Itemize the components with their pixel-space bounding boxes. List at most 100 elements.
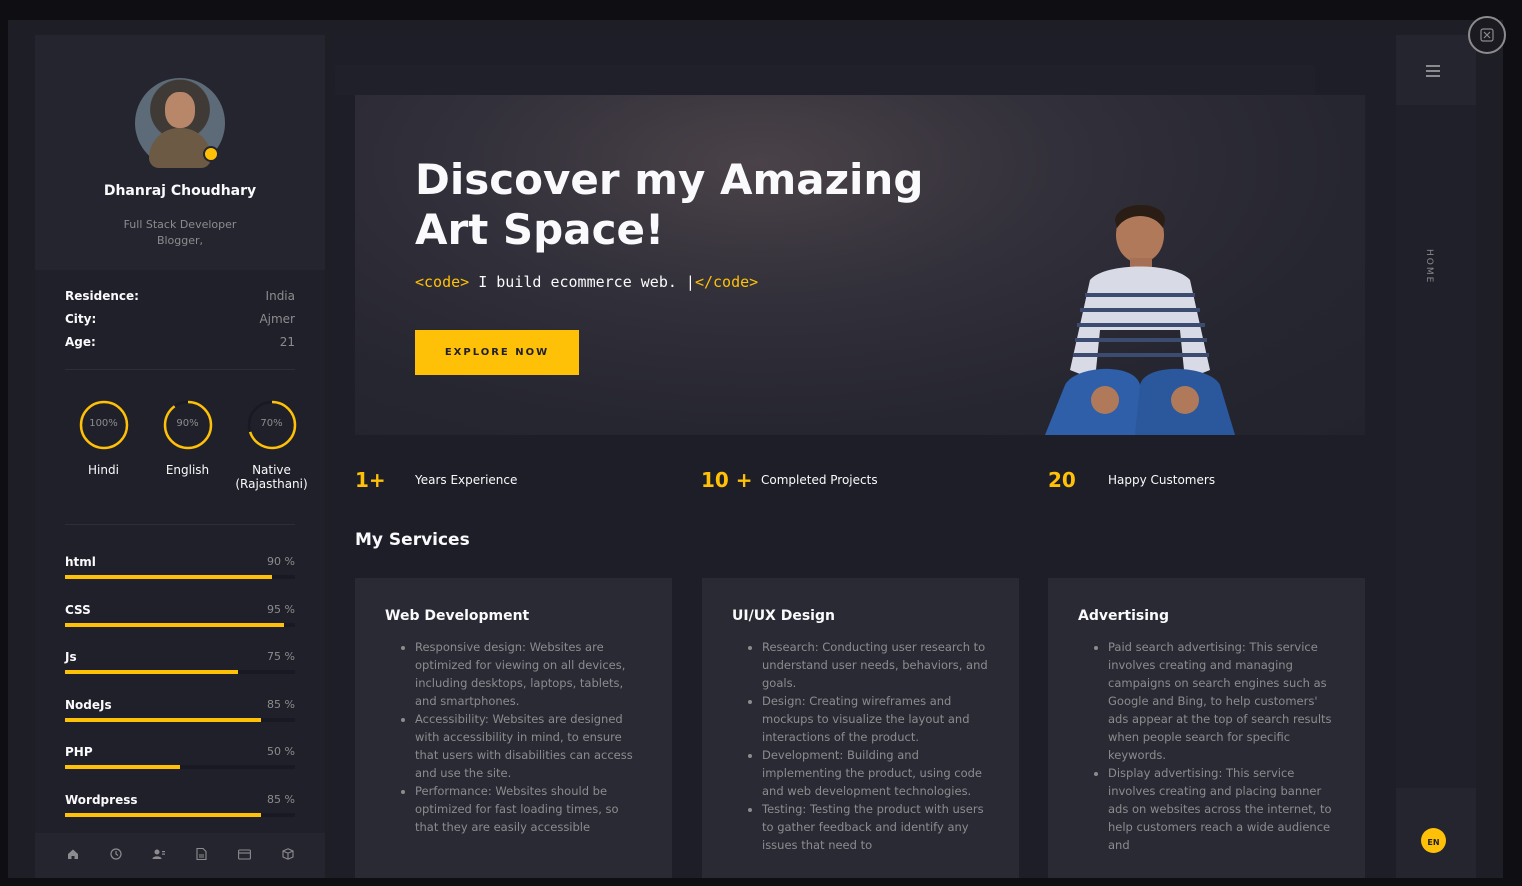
service-list-item: Development: Building and implementing t… <box>762 746 989 800</box>
skill-item: CSS 95 % <box>65 603 295 651</box>
service-list: Responsive design: Websites are optimize… <box>375 638 642 836</box>
skill-percent: 85 % <box>267 792 295 806</box>
sidebar-footer-nav <box>35 833 325 878</box>
info-key: City: <box>65 312 97 326</box>
language-native: 70% Native (Rajasthani) <box>233 399 310 491</box>
service-list-item: Design: Creating wireframes and mockups … <box>762 692 989 746</box>
skill-bar <box>65 575 295 579</box>
skill-bar <box>65 670 295 674</box>
profile-role-line-1: Full Stack Developer <box>123 218 237 231</box>
stat-number: 20 <box>1048 468 1076 492</box>
progress-ring: 100% <box>78 399 130 451</box>
nav-item-home[interactable]: HOME <box>1424 249 1434 284</box>
avatar-face <box>165 92 195 128</box>
profile-sidebar: Dhanraj Choudhary Full Stack Developer B… <box>35 35 325 878</box>
skill-name: Wordpress <box>65 792 138 807</box>
skill-percent: 75 % <box>267 650 295 663</box>
close-button[interactable] <box>1468 16 1506 54</box>
skill-item: Js 75 % <box>65 650 295 698</box>
hero-banner: Discover my Amazing Art Space! <code> I … <box>355 95 1365 435</box>
skill-bar-fill <box>65 765 180 769</box>
mail-icon[interactable] <box>236 847 254 865</box>
main-content: Discover my Amazing Art Space! <code> I … <box>335 35 1395 878</box>
skill-bar-fill <box>65 670 238 674</box>
skill-bar <box>65 765 295 769</box>
progress-ring: 70% <box>246 399 298 451</box>
profile-header: Dhanraj Choudhary Full Stack Developer B… <box>35 35 325 270</box>
profile-name: Dhanraj Choudhary <box>103 183 257 199</box>
skill-bar <box>65 812 295 817</box>
info-key: Age: <box>65 335 96 349</box>
skill-name: NodeJs <box>65 697 112 712</box>
top-strip <box>335 65 1315 95</box>
language-english: 90% English <box>149 399 226 491</box>
info-value: Ajmer <box>259 312 295 326</box>
skill-bar <box>65 717 295 722</box>
service-list: Research: Conducting user research to un… <box>722 638 989 854</box>
skill-bar <box>65 622 295 627</box>
skill-percent: 90 % <box>267 555 295 568</box>
personal-info: Residence: India City: Ajmer Age: 21 <box>65 289 295 358</box>
home-icon[interactable] <box>64 847 82 865</box>
language-name: Hindi <box>88 463 119 477</box>
skill-bar-fill <box>65 575 272 579</box>
ring-percent: 90% <box>176 418 199 429</box>
hero-person-illustration <box>1045 205 1235 435</box>
stat-number: 1+ <box>355 468 386 492</box>
language-rings: 100% Hindi 90% English 70% Native (Rajas… <box>65 399 310 491</box>
skill-percent: 95 % <box>267 602 295 616</box>
language-name: English <box>165 463 210 477</box>
profile-role: Full Stack Developer Blogger, <box>35 217 325 249</box>
ring-percent: 70% <box>260 418 283 429</box>
hamburger-menu-icon[interactable] <box>1426 65 1440 77</box>
service-list-item: Accessibility: Websites are designed wit… <box>415 710 642 782</box>
info-key: Residence: <box>65 289 139 303</box>
stat-label: Happy Customers <box>1108 473 1216 487</box>
skill-percent: 50 % <box>267 745 295 758</box>
box-icon[interactable] <box>279 847 297 865</box>
history-icon[interactable] <box>107 847 125 865</box>
skill-item: PHP 50 % <box>65 745 295 793</box>
service-list-item: Paid search advertising: This service in… <box>1108 638 1335 764</box>
online-status-dot <box>203 146 219 162</box>
menu-area <box>1396 35 1476 105</box>
app-frame: Dhanraj Choudhary Full Stack Developer B… <box>8 20 1503 878</box>
services-cards: Web Development Responsive design: Websi… <box>355 578 1365 878</box>
explore-now-button[interactable]: EXPLORE NOW <box>415 330 579 375</box>
service-card-web-development: Web Development Responsive design: Websi… <box>355 578 672 878</box>
skill-percent: 85 % <box>267 697 295 711</box>
stat-number: 10 + <box>701 468 753 492</box>
language-switch-button[interactable]: EN <box>1421 828 1446 853</box>
divider <box>65 369 295 370</box>
service-list-item: Research: Conducting user research to un… <box>762 638 989 692</box>
service-list-item: Display advertising: This service involv… <box>1108 764 1335 854</box>
service-list-item: Performance: Websites should be optimize… <box>415 782 642 836</box>
code-close-tag: </code> <box>694 273 759 291</box>
service-card-advertising: Advertising Paid search advertising: Thi… <box>1048 578 1365 878</box>
ring-percent: 100% <box>89 418 118 429</box>
profile-role-line-2: Blogger, <box>156 234 204 247</box>
avatar <box>135 78 225 168</box>
skill-name: PHP <box>65 745 93 759</box>
skill-bar-fill <box>65 812 261 817</box>
rail-footer: EN <box>1396 788 1476 878</box>
info-row-age: Age: 21 <box>65 335 295 358</box>
skill-item: html 90 % <box>65 555 295 603</box>
skill-bar-fill <box>65 622 284 627</box>
skill-item: NodeJs 85 % <box>65 698 295 746</box>
info-value: India <box>265 289 295 303</box>
code-text: I build ecommerce web. | <box>469 273 695 291</box>
progress-ring: 90% <box>162 399 214 451</box>
service-card-title: UI/UX Design <box>732 608 835 624</box>
divider <box>65 524 295 525</box>
right-nav-rail: HOME EN <box>1396 35 1476 878</box>
stat-experience: 1+ Years Experience <box>355 465 517 495</box>
document-icon[interactable] <box>193 847 211 865</box>
skill-bar-fill <box>65 717 261 722</box>
service-card-ui-ux-design: UI/UX Design Research: Conducting user r… <box>702 578 1019 878</box>
service-card-title: Advertising <box>1078 608 1169 624</box>
stat-customers: 20 Happy Customers <box>1048 465 1215 495</box>
contacts-icon[interactable] <box>150 847 168 865</box>
avatar-body <box>149 128 211 168</box>
language-name: Native (Rajasthani) <box>235 463 308 491</box>
